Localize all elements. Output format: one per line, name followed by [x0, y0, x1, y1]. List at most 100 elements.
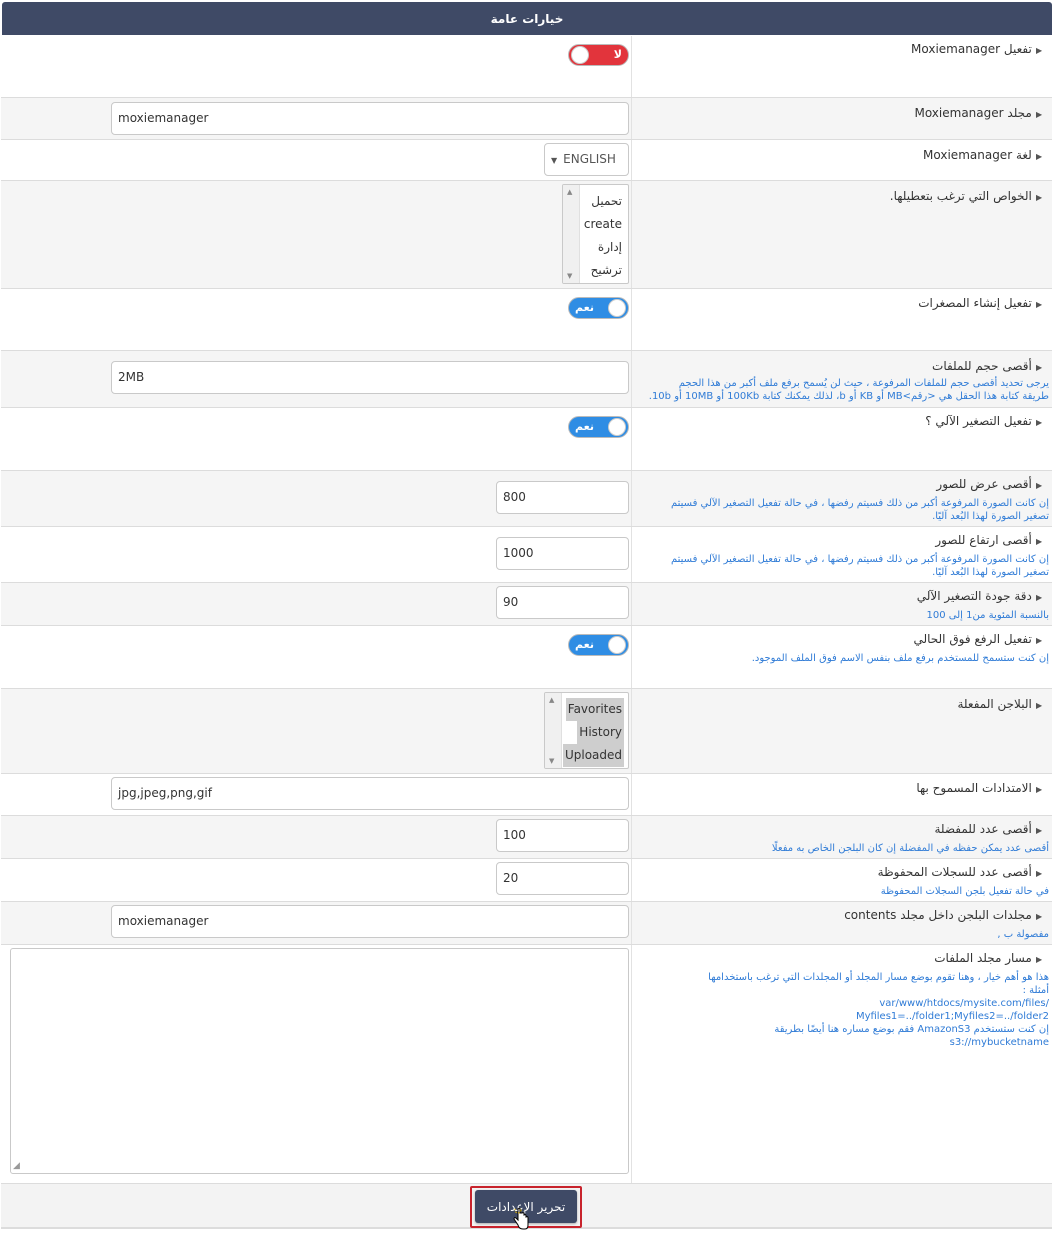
caret-icon: ◀	[1035, 193, 1042, 202]
field-hint: أقصى عدد يمكن حفظه في المفضلة إن كان الب…	[771, 843, 1049, 854]
toggle-state: لا	[613, 48, 622, 61]
caret-icon: ◀	[1035, 785, 1042, 794]
row-overwrite: ◀تفعيل الرفع فوق الحالي إن كنت ستسمح للم…	[1, 626, 1052, 689]
caret-icon: ◀	[1035, 912, 1042, 921]
toggle-knob	[608, 418, 626, 436]
field-label: تفعيل الرفع فوق الحالي	[913, 632, 1032, 646]
field-label: تفعيل Moxiemanager	[911, 42, 1032, 56]
field-label: تفعيل التصغير الآلي ؟	[925, 414, 1032, 428]
section-header: خيارات عامة	[2, 2, 1052, 35]
list-item[interactable]: ترشيح	[589, 259, 624, 282]
max-history-input[interactable]: 20	[496, 862, 629, 895]
field-hint: إن كانت الصورة المرفوعة أكبر من ذلك فسيت…	[670, 554, 1049, 578]
field-hint: إن كنت ستسمح للمستخدم برفع ملف بنفس الاس…	[751, 653, 1049, 664]
field-label: الخواص التي ترغب بتعطيلها.	[889, 189, 1032, 203]
list-item[interactable]: History	[577, 721, 624, 744]
list-item[interactable]: تحميل	[589, 190, 624, 213]
field-label: أقصى عدد للسجلات المحفوظة	[877, 865, 1032, 879]
caret-icon: ◀	[1035, 869, 1042, 878]
max-height-input[interactable]: 1000	[496, 537, 629, 570]
resize-grip-icon[interactable]: ◢	[13, 1161, 20, 1171]
field-label: دقة جودة التصغير الآلي	[916, 589, 1032, 603]
scroll-up-icon[interactable]: ▲	[567, 188, 572, 196]
row-max-history: ◀أقصى عدد للسجلات المحفوظة في حالة تفعيل…	[1, 859, 1052, 902]
caret-icon: ◀	[1035, 46, 1042, 55]
caret-icon: ◀	[1035, 955, 1042, 964]
thumbnails-toggle[interactable]: نعم	[568, 297, 629, 319]
field-label: مجلد Moxiemanager	[914, 106, 1032, 120]
field-hint: هذا هو أهم خيار ، وهنا تقوم بوضع مسار ال…	[708, 972, 1049, 1048]
resize-quality-input[interactable]: 90	[496, 586, 629, 619]
max-file-size-input[interactable]: 2MB	[111, 361, 629, 394]
section-title: خيارات عامة	[490, 11, 564, 26]
caret-icon: ◀	[1035, 418, 1042, 427]
row-max-height: ◀أقصى ارتفاع للصور إن كانت الصورة المرفو…	[1, 527, 1052, 583]
field-label: أقصى ارتفاع للصور	[935, 533, 1032, 547]
caret-icon: ◀	[1035, 701, 1042, 710]
field-label: تفعيل إنشاء المصغرات	[918, 296, 1032, 310]
caret-icon: ◀	[1035, 481, 1042, 490]
caret-icon: ◀	[1035, 110, 1042, 119]
row-language: ◀لغة Moxiemanager ▼ ENGLISH	[1, 140, 1052, 181]
row-folder: ◀مجلد Moxiemanager moxiemanager	[1, 98, 1052, 140]
max-favorites-input[interactable]: 100	[496, 819, 629, 852]
field-hint: بالنسبة المئوية من1 إلى 100	[926, 610, 1049, 621]
caret-icon: ◀	[1035, 826, 1042, 835]
caret-icon: ◀	[1035, 300, 1042, 309]
row-thumbnails: ◀تفعيل إنشاء المصغرات نعم	[1, 289, 1052, 351]
field-label: الامتدادات المسموح بها	[916, 781, 1032, 795]
toggle-knob	[608, 299, 626, 317]
list-item[interactable]: Uploaded	[562, 744, 624, 767]
disabled-features-list[interactable]: ▲ ▼ تحميل create إدارة ترشيح	[562, 184, 629, 284]
row-auto-resize: ◀تفعيل التصغير الآلي ؟ نعم	[1, 408, 1052, 471]
folder-input[interactable]: moxiemanager	[111, 102, 629, 135]
row-max-favorites: ◀أقصى عدد للمفضلة أقصى عدد يمكن حفظه في …	[1, 816, 1052, 859]
field-label: مجلدات البلجن داخل مجلد contents	[844, 908, 1032, 922]
field-hint: إن كانت الصورة المرفوعة أكبر من ذلك فسيت…	[670, 498, 1049, 522]
enable-toggle[interactable]: لا	[568, 44, 629, 66]
overwrite-toggle[interactable]: نعم	[568, 634, 629, 656]
list-item[interactable]: create	[582, 213, 624, 236]
language-select[interactable]: ▼ ENGLISH	[544, 143, 629, 176]
row-max-file-size: ◀أقصى حجم للملفات يرجى تحديد أقصى حجم لل…	[1, 351, 1052, 408]
plugin-folders-input[interactable]: moxiemanager	[111, 905, 629, 938]
toggle-state: نعم	[575, 301, 594, 314]
row-resize-quality: ◀دقة جودة التصغير الآلي بالنسبة المئوية …	[1, 583, 1052, 626]
files-path-textarea[interactable]: ◢	[10, 948, 629, 1174]
caret-icon: ◀	[1035, 636, 1042, 645]
row-files-path: ◀مسار مجلد الملفات هذا هو أهم خيار ، وهن…	[1, 945, 1052, 1184]
field-label: البلاجن المفعلة	[957, 697, 1032, 711]
scrollbar[interactable]: ▲ ▼	[563, 185, 580, 283]
field-hint: يرجى تحديد أقصى حجم للملفات المرفوعة ، ح…	[648, 378, 1049, 402]
row-plugins: ◀البلاجن المفعلة ▲ ▼ Favorites History Up…	[1, 689, 1052, 774]
caret-icon: ◀	[1035, 593, 1042, 602]
field-label: لغة Moxiemanager	[923, 148, 1032, 162]
caret-icon: ◀	[1035, 363, 1042, 372]
row-max-width: ◀أقصى عرض للصور إن كانت الصورة المرفوعة …	[1, 471, 1052, 527]
row-plugin-folders: ◀مجلدات البلجن داخل مجلد contents مفصولة…	[1, 902, 1052, 945]
toggle-knob	[571, 46, 589, 64]
toggle-state: نعم	[575, 638, 594, 651]
auto-resize-toggle[interactable]: نعم	[568, 416, 629, 438]
hand-cursor-icon	[513, 1208, 529, 1230]
field-hint: في حالة تفعيل بلجن السجلات المحفوظة	[880, 886, 1049, 897]
field-label: مسار مجلد الملفات	[934, 951, 1032, 965]
list-item[interactable]: إدارة	[596, 236, 624, 259]
plugins-list[interactable]: ▲ ▼ Favorites History Uploaded	[544, 692, 629, 769]
scroll-down-icon[interactable]: ▼	[549, 757, 554, 765]
scrollbar[interactable]: ▲ ▼	[545, 693, 562, 768]
scroll-up-icon[interactable]: ▲	[549, 696, 554, 704]
chevron-down-icon: ▼	[551, 156, 558, 165]
field-label: أقصى عدد للمفضلة	[934, 822, 1032, 836]
toggle-state: نعم	[575, 420, 594, 433]
extensions-input[interactable]: jpg,jpeg,png,gif	[111, 777, 629, 810]
field-label: أقصى عرض للصور	[936, 477, 1032, 491]
toggle-knob	[608, 636, 626, 654]
row-extensions: ◀الامتدادات المسموح بها jpg,jpeg,png,gif	[1, 774, 1052, 816]
scroll-down-icon[interactable]: ▼	[567, 272, 572, 280]
caret-icon: ◀	[1035, 537, 1042, 546]
max-width-input[interactable]: 800	[496, 481, 629, 514]
caret-icon: ◀	[1035, 152, 1042, 161]
list-item[interactable]: Favorites	[565, 698, 624, 721]
row-disabled-features: ◀الخواص التي ترغب بتعطيلها. ▲ ▼ تحميل cre…	[1, 181, 1052, 289]
